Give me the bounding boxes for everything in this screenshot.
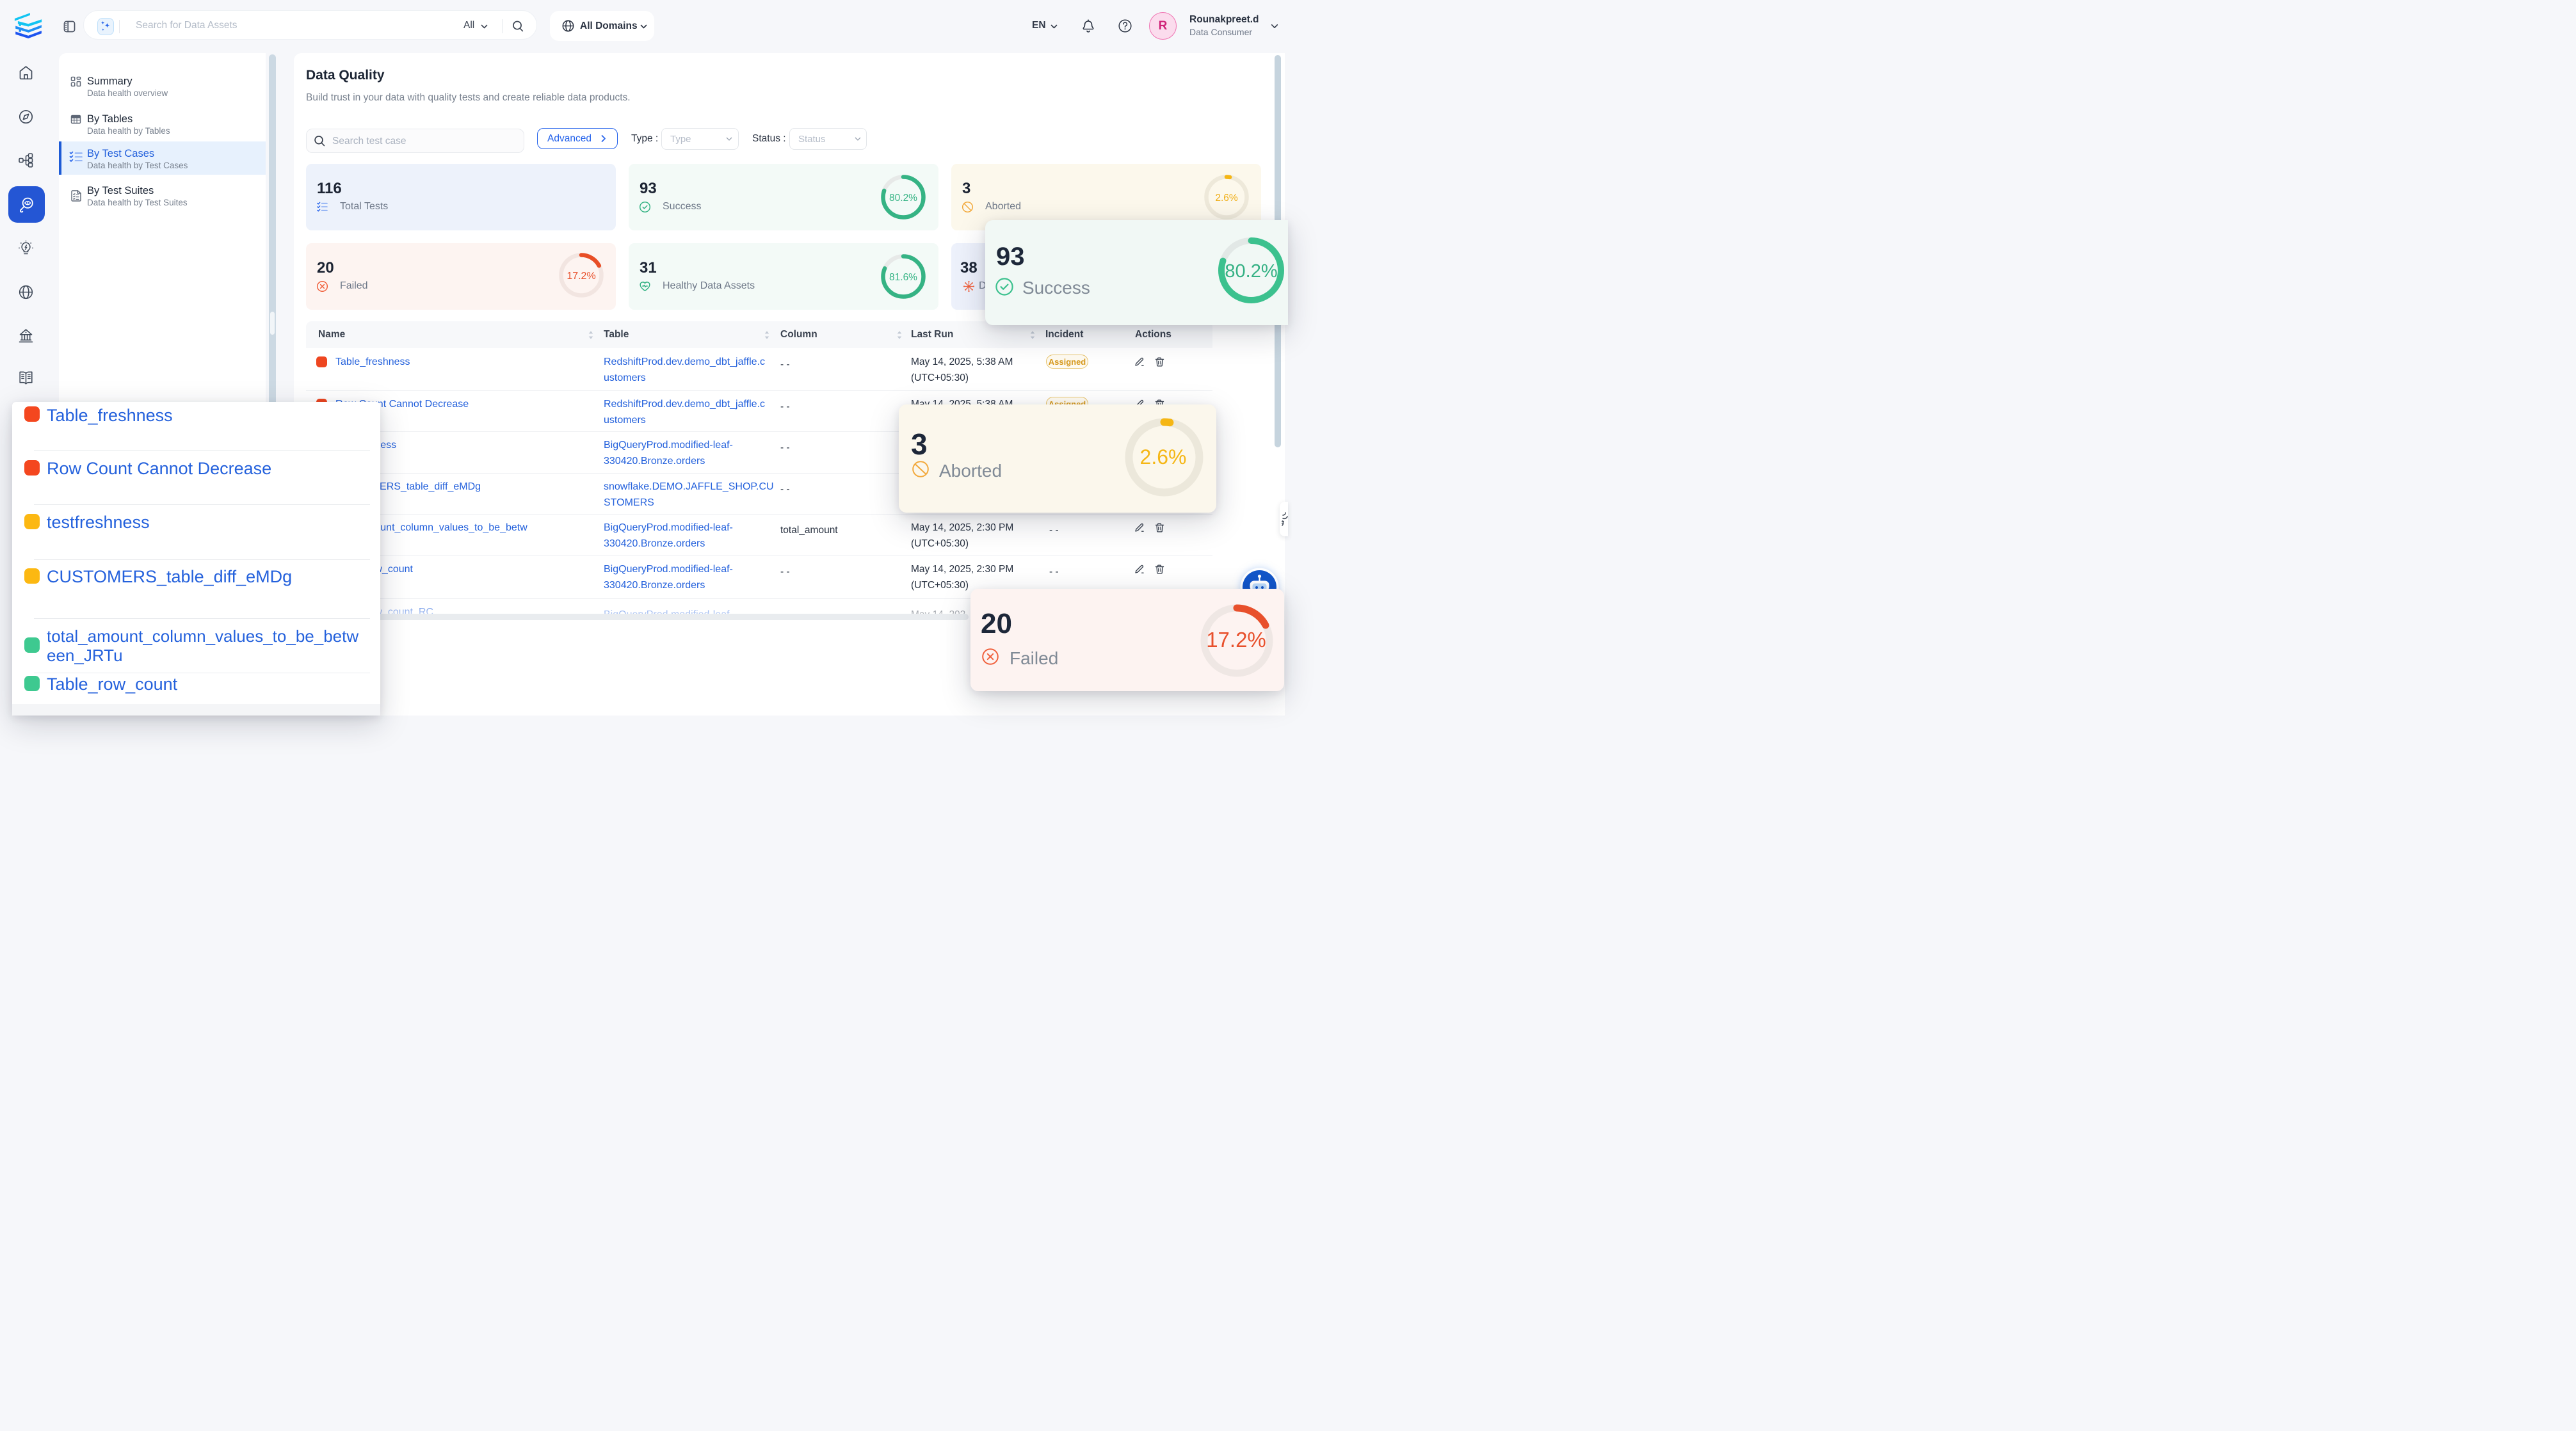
svg-text:2.6%: 2.6% [1140,445,1187,468]
svg-text:17.2%: 17.2% [567,271,595,282]
svg-text:17.2%: 17.2% [1206,628,1266,652]
svg-text:80.2%: 80.2% [1225,261,1277,282]
svg-text:81.6%: 81.6% [889,272,917,283]
svg-text:2.6%: 2.6% [1215,193,1238,204]
svg-text:80.2%: 80.2% [889,193,917,204]
